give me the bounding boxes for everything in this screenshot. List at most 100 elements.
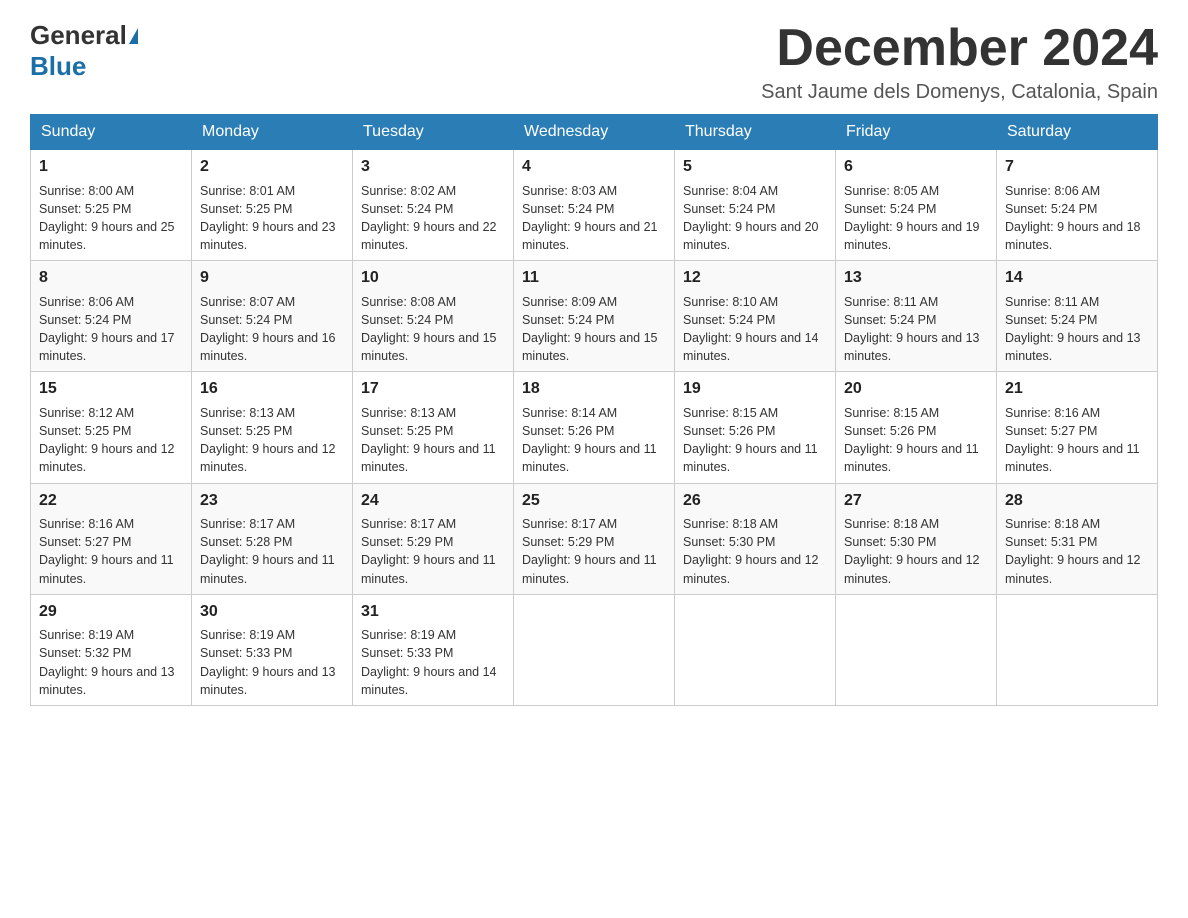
calendar-day-cell: [675, 594, 836, 705]
day-info: Sunrise: 8:04 AMSunset: 5:24 PMDaylight:…: [683, 184, 819, 253]
day-number: 18: [522, 378, 666, 400]
calendar-day-cell: 31 Sunrise: 8:19 AMSunset: 5:33 PMDaylig…: [353, 594, 514, 705]
calendar-day-cell: 2 Sunrise: 8:01 AMSunset: 5:25 PMDayligh…: [192, 150, 353, 261]
location-subtitle: Sant Jaume dels Domenys, Catalonia, Spai…: [761, 81, 1158, 104]
calendar-day-cell: 30 Sunrise: 8:19 AMSunset: 5:33 PMDaylig…: [192, 594, 353, 705]
calendar-day-cell: 7 Sunrise: 8:06 AMSunset: 5:24 PMDayligh…: [997, 150, 1158, 261]
calendar-day-cell: 1 Sunrise: 8:00 AMSunset: 5:25 PMDayligh…: [31, 150, 192, 261]
logo-triangle-icon: [129, 28, 138, 44]
calendar-day-cell: 27 Sunrise: 8:18 AMSunset: 5:30 PMDaylig…: [836, 483, 997, 594]
day-info: Sunrise: 8:05 AMSunset: 5:24 PMDaylight:…: [844, 184, 980, 253]
day-number: 11: [522, 267, 666, 289]
calendar-day-cell: [997, 594, 1158, 705]
day-number: 28: [1005, 490, 1149, 512]
day-info: Sunrise: 8:19 AMSunset: 5:32 PMDaylight:…: [39, 628, 175, 697]
calendar-day-cell: 10 Sunrise: 8:08 AMSunset: 5:24 PMDaylig…: [353, 261, 514, 372]
page-header: General Blue December 2024 Sant Jaume de…: [30, 20, 1158, 104]
calendar-day-cell: [836, 594, 997, 705]
title-block: December 2024 Sant Jaume dels Domenys, C…: [761, 20, 1158, 104]
day-number: 19: [683, 378, 827, 400]
header-monday: Monday: [192, 115, 353, 150]
logo: General Blue: [30, 20, 140, 82]
day-number: 27: [844, 490, 988, 512]
day-number: 13: [844, 267, 988, 289]
day-number: 9: [200, 267, 344, 289]
day-info: Sunrise: 8:16 AMSunset: 5:27 PMDaylight:…: [39, 517, 174, 586]
day-number: 5: [683, 156, 827, 178]
calendar-day-cell: 6 Sunrise: 8:05 AMSunset: 5:24 PMDayligh…: [836, 150, 997, 261]
day-number: 20: [844, 378, 988, 400]
calendar-day-cell: 18 Sunrise: 8:14 AMSunset: 5:26 PMDaylig…: [514, 372, 675, 483]
day-info: Sunrise: 8:11 AMSunset: 5:24 PMDaylight:…: [1005, 295, 1141, 364]
day-number: 6: [844, 156, 988, 178]
calendar-day-cell: 5 Sunrise: 8:04 AMSunset: 5:24 PMDayligh…: [675, 150, 836, 261]
calendar-day-cell: 26 Sunrise: 8:18 AMSunset: 5:30 PMDaylig…: [675, 483, 836, 594]
calendar-day-cell: 8 Sunrise: 8:06 AMSunset: 5:24 PMDayligh…: [31, 261, 192, 372]
day-info: Sunrise: 8:17 AMSunset: 5:28 PMDaylight:…: [200, 517, 335, 586]
logo-blue-text: Blue: [30, 51, 86, 81]
day-number: 1: [39, 156, 183, 178]
day-info: Sunrise: 8:13 AMSunset: 5:25 PMDaylight:…: [361, 406, 496, 475]
calendar-day-cell: 22 Sunrise: 8:16 AMSunset: 5:27 PMDaylig…: [31, 483, 192, 594]
calendar-day-cell: 28 Sunrise: 8:18 AMSunset: 5:31 PMDaylig…: [997, 483, 1158, 594]
logo-general-text: General: [30, 20, 127, 51]
calendar-day-cell: 16 Sunrise: 8:13 AMSunset: 5:25 PMDaylig…: [192, 372, 353, 483]
calendar-day-cell: 19 Sunrise: 8:15 AMSunset: 5:26 PMDaylig…: [675, 372, 836, 483]
day-info: Sunrise: 8:12 AMSunset: 5:25 PMDaylight:…: [39, 406, 175, 475]
calendar-day-cell: 13 Sunrise: 8:11 AMSunset: 5:24 PMDaylig…: [836, 261, 997, 372]
calendar-day-cell: 12 Sunrise: 8:10 AMSunset: 5:24 PMDaylig…: [675, 261, 836, 372]
day-number: 30: [200, 601, 344, 623]
day-info: Sunrise: 8:15 AMSunset: 5:26 PMDaylight:…: [683, 406, 818, 475]
calendar-day-cell: 3 Sunrise: 8:02 AMSunset: 5:24 PMDayligh…: [353, 150, 514, 261]
day-info: Sunrise: 8:14 AMSunset: 5:26 PMDaylight:…: [522, 406, 657, 475]
day-info: Sunrise: 8:17 AMSunset: 5:29 PMDaylight:…: [361, 517, 496, 586]
day-number: 22: [39, 490, 183, 512]
day-info: Sunrise: 8:07 AMSunset: 5:24 PMDaylight:…: [200, 295, 336, 364]
day-info: Sunrise: 8:00 AMSunset: 5:25 PMDaylight:…: [39, 184, 175, 253]
calendar-day-cell: 20 Sunrise: 8:15 AMSunset: 5:26 PMDaylig…: [836, 372, 997, 483]
header-friday: Friday: [836, 115, 997, 150]
calendar-day-cell: 9 Sunrise: 8:07 AMSunset: 5:24 PMDayligh…: [192, 261, 353, 372]
day-number: 3: [361, 156, 505, 178]
day-number: 25: [522, 490, 666, 512]
day-number: 16: [200, 378, 344, 400]
day-info: Sunrise: 8:10 AMSunset: 5:24 PMDaylight:…: [683, 295, 819, 364]
day-number: 31: [361, 601, 505, 623]
day-info: Sunrise: 8:06 AMSunset: 5:24 PMDaylight:…: [1005, 184, 1141, 253]
calendar-table: Sunday Monday Tuesday Wednesday Thursday…: [30, 114, 1158, 706]
calendar-day-cell: 21 Sunrise: 8:16 AMSunset: 5:27 PMDaylig…: [997, 372, 1158, 483]
day-number: 15: [39, 378, 183, 400]
day-number: 10: [361, 267, 505, 289]
calendar-day-cell: 24 Sunrise: 8:17 AMSunset: 5:29 PMDaylig…: [353, 483, 514, 594]
day-number: 29: [39, 601, 183, 623]
calendar-week-row: 8 Sunrise: 8:06 AMSunset: 5:24 PMDayligh…: [31, 261, 1158, 372]
calendar-day-cell: 11 Sunrise: 8:09 AMSunset: 5:24 PMDaylig…: [514, 261, 675, 372]
calendar-day-cell: 25 Sunrise: 8:17 AMSunset: 5:29 PMDaylig…: [514, 483, 675, 594]
day-info: Sunrise: 8:17 AMSunset: 5:29 PMDaylight:…: [522, 517, 657, 586]
day-info: Sunrise: 8:18 AMSunset: 5:31 PMDaylight:…: [1005, 517, 1141, 586]
day-number: 7: [1005, 156, 1149, 178]
day-info: Sunrise: 8:06 AMSunset: 5:24 PMDaylight:…: [39, 295, 175, 364]
calendar-week-row: 29 Sunrise: 8:19 AMSunset: 5:32 PMDaylig…: [31, 594, 1158, 705]
day-info: Sunrise: 8:11 AMSunset: 5:24 PMDaylight:…: [844, 295, 980, 364]
calendar-day-cell: 23 Sunrise: 8:17 AMSunset: 5:28 PMDaylig…: [192, 483, 353, 594]
weekday-header-row: Sunday Monday Tuesday Wednesday Thursday…: [31, 115, 1158, 150]
day-number: 26: [683, 490, 827, 512]
day-info: Sunrise: 8:03 AMSunset: 5:24 PMDaylight:…: [522, 184, 658, 253]
calendar-day-cell: [514, 594, 675, 705]
day-number: 4: [522, 156, 666, 178]
header-thursday: Thursday: [675, 115, 836, 150]
day-number: 24: [361, 490, 505, 512]
calendar-day-cell: 4 Sunrise: 8:03 AMSunset: 5:24 PMDayligh…: [514, 150, 675, 261]
day-number: 23: [200, 490, 344, 512]
month-year-title: December 2024: [761, 20, 1158, 77]
day-number: 21: [1005, 378, 1149, 400]
day-info: Sunrise: 8:01 AMSunset: 5:25 PMDaylight:…: [200, 184, 336, 253]
day-info: Sunrise: 8:19 AMSunset: 5:33 PMDaylight:…: [361, 628, 497, 697]
header-wednesday: Wednesday: [514, 115, 675, 150]
calendar-week-row: 22 Sunrise: 8:16 AMSunset: 5:27 PMDaylig…: [31, 483, 1158, 594]
day-info: Sunrise: 8:02 AMSunset: 5:24 PMDaylight:…: [361, 184, 497, 253]
calendar-day-cell: 29 Sunrise: 8:19 AMSunset: 5:32 PMDaylig…: [31, 594, 192, 705]
day-info: Sunrise: 8:09 AMSunset: 5:24 PMDaylight:…: [522, 295, 658, 364]
day-info: Sunrise: 8:08 AMSunset: 5:24 PMDaylight:…: [361, 295, 497, 364]
